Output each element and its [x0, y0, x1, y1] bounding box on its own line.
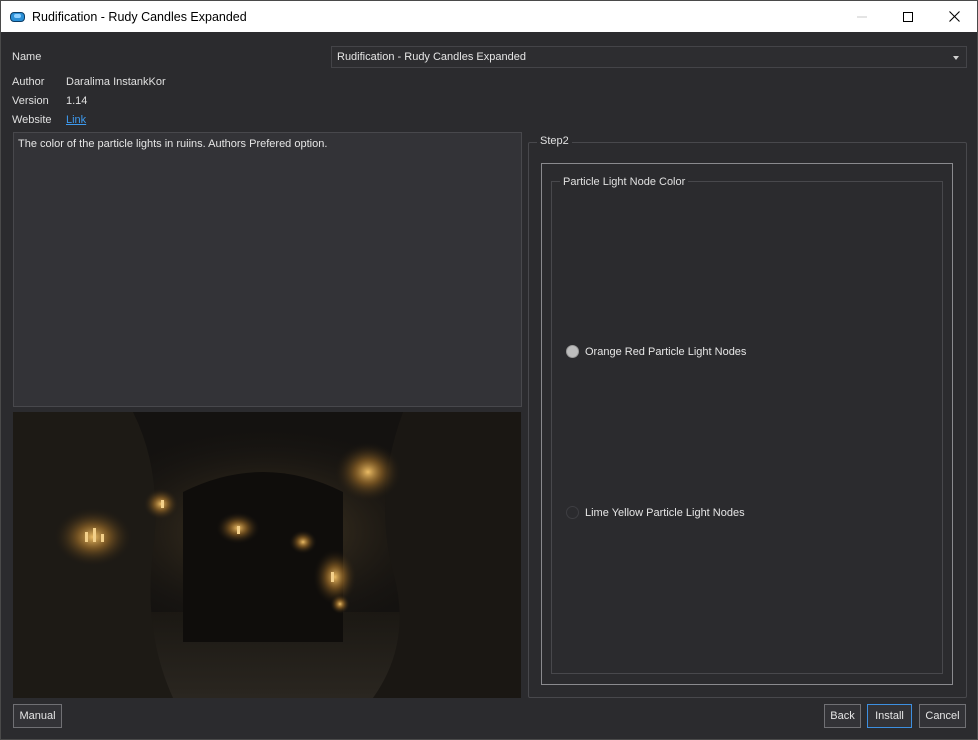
author-label: Author [12, 76, 45, 88]
installer-window: Rudification - Rudy Candles Expanded Nam… [0, 0, 978, 740]
app-icon [10, 11, 25, 22]
option-orange-red[interactable]: Orange Red Particle Light Nodes [566, 345, 746, 358]
window-controls [839, 1, 977, 32]
close-icon [948, 11, 960, 22]
maximize-icon [903, 11, 913, 22]
name-label: Name [12, 51, 42, 63]
minimize-button[interactable] [839, 1, 885, 32]
version-value: 1.14 [66, 95, 88, 107]
close-button[interactable] [931, 1, 977, 32]
title-bar[interactable]: Rudification - Rudy Candles Expanded [1, 1, 977, 32]
author-value: Daralima InstankKor [66, 76, 166, 88]
description-text: The color of the particle lights in ruii… [18, 138, 328, 150]
name-select-value: Rudification - Rudy Candles Expanded [337, 51, 526, 63]
cave-scene-image [13, 412, 521, 698]
cancel-button[interactable]: Cancel [919, 704, 966, 728]
step-title: Step2 [537, 135, 572, 147]
maximize-button[interactable] [885, 1, 931, 32]
website-label: Website [12, 114, 52, 126]
option-label: Orange Red Particle Light Nodes [585, 345, 747, 358]
window-title: Rudification - Rudy Candles Expanded [32, 9, 247, 24]
option-group [551, 181, 943, 674]
install-button[interactable]: Install [867, 704, 912, 728]
radio-button[interactable] [566, 506, 579, 519]
minimize-icon [857, 16, 867, 17]
option-group-title: Particle Light Node Color [560, 176, 689, 188]
option-label: Lime Yellow Particle Light Nodes [585, 506, 745, 519]
radio-button-selected[interactable] [566, 345, 579, 358]
description-box[interactable]: The color of the particle lights in ruii… [13, 132, 522, 407]
back-button[interactable]: Back [824, 704, 861, 728]
manual-button[interactable]: Manual [13, 704, 62, 728]
chevron-down-icon [953, 56, 959, 60]
option-lime-yellow[interactable]: Lime Yellow Particle Light Nodes [566, 506, 745, 519]
name-select[interactable]: Rudification - Rudy Candles Expanded [331, 46, 967, 68]
version-label: Version [12, 95, 49, 107]
website-link[interactable]: Link [66, 114, 86, 126]
preview-image [13, 412, 521, 698]
